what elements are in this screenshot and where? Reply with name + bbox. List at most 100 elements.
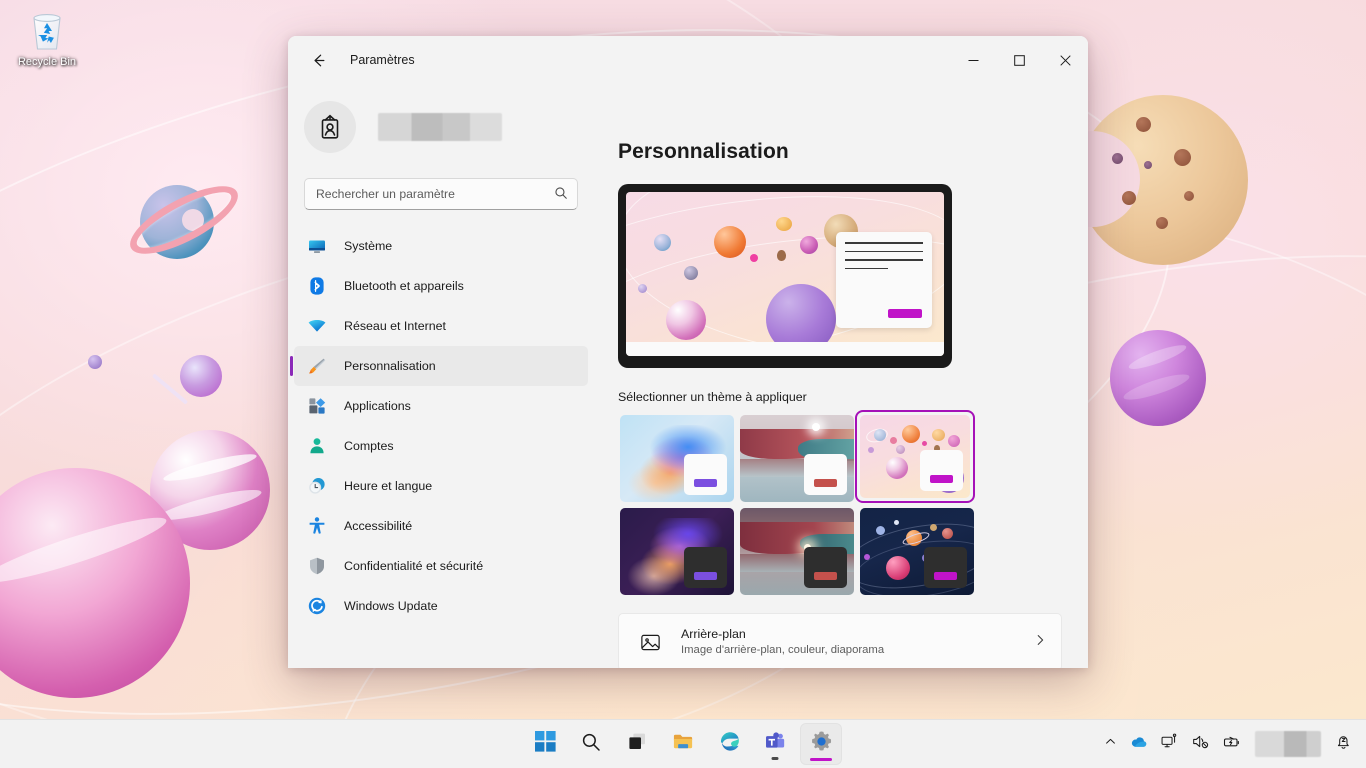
theme-option-candy-light[interactable] [855,410,975,503]
sidebar-item-windows-update[interactable]: Windows Update [294,586,588,626]
sidebar-item-reseau-et-internet[interactable]: Réseau et Internet [294,306,588,346]
theme-preview-card [920,450,963,491]
sidebar-item-comptes[interactable]: Comptes [294,426,588,466]
theme-option-bloom-dark[interactable] [618,506,732,593]
paintbrush-icon [306,355,328,377]
sidebar-item-label: Système [344,239,392,253]
file-explorer-button[interactable] [663,724,703,764]
sidebar-item-label: Accessibilité [344,519,412,533]
shield-icon [306,555,328,577]
recycle-bin-label: Recycle Bin [8,56,86,69]
show-hidden-icons-button[interactable] [1099,728,1122,760]
sidebar-item-applications[interactable]: Applications [294,386,588,426]
chevron-up-icon [1104,735,1117,753]
search-input[interactable] [304,178,578,210]
wallpaper-planet-striped [150,430,270,550]
wallpaper-planet-saturn [140,185,214,259]
taskbar[interactable] [0,719,1366,768]
minimize-button[interactable] [950,36,996,84]
start-button[interactable] [525,724,565,764]
teams-button[interactable] [755,724,795,764]
account-badge-icon [304,101,356,153]
desktop-icon-recycle-bin[interactable]: Recycle Bin [8,8,86,69]
theme-preview-card [804,454,847,495]
wifi-icon [306,315,328,337]
account-name-redacted [378,113,502,141]
edge-icon [718,730,741,758]
settings-window[interactable]: Paramètres [288,36,1088,668]
sidebar-item-label: Comptes [344,439,394,453]
back-button[interactable] [300,44,336,76]
chevron-right-icon [1033,633,1047,652]
sidebar-item-heure-et-langue[interactable]: Heure et langue [294,466,588,506]
wallpaper-planet-lollipop [180,355,222,397]
edge-button[interactable] [709,724,749,764]
preview-screen [626,192,944,356]
person-icon [306,435,328,457]
window-controls [950,36,1088,84]
sidebar-item-systeme[interactable]: Système [294,226,588,266]
volume-button[interactable] [1186,728,1215,760]
sidebar-item-label: Applications [344,399,411,413]
onedrive-button[interactable] [1124,728,1153,760]
task-view-icon [627,731,648,757]
notifications-button[interactable] [1329,728,1358,760]
preview-card [836,232,932,328]
monitor-network-icon [1160,732,1179,756]
sidebar-item-personnalisation[interactable]: Personnalisation [294,346,588,386]
account-section[interactable] [288,84,594,164]
window-title: Paramètres [350,53,415,67]
clock-icon [306,475,328,497]
theme-accent-swatch [934,572,957,580]
sidebar-item-accessibilite[interactable]: Accessibilité [294,506,588,546]
theme-option-sunrise-light[interactable] [738,413,852,500]
theme-preview-card [684,547,727,588]
search-icon [581,732,601,757]
search-box[interactable] [304,178,578,210]
window-body: Système Bluetooth et appareils [288,84,1088,668]
sidebar-nav: Système Bluetooth et appareils [288,226,594,626]
theme-option-sunrise-dark[interactable] [738,506,852,593]
theme-preview [618,184,952,368]
sidebar-item-label: Bluetooth et appareils [344,279,464,293]
theme-option-candy-dark[interactable] [858,506,972,593]
active-app-indicator [810,758,832,761]
recycle-bin-icon [24,8,70,54]
settings-button[interactable] [801,724,841,764]
themes-heading: Sélectionner un thème à appliquer [618,390,1062,404]
windows-logo-icon [535,731,556,757]
wallpaper-planet-purple [1110,330,1206,426]
task-view-button[interactable] [617,724,657,764]
gear-icon [810,730,833,758]
settings-row-subtitle: Image d'arrière-plan, couleur, diaporama [681,643,884,658]
settings-row-arriere-plan[interactable]: Arrière-plan Image d'arrière-plan, coule… [618,613,1062,668]
network-button[interactable] [1155,728,1184,760]
maximize-button[interactable] [996,36,1042,84]
clock-redacted[interactable] [1255,731,1321,757]
apps-icon [306,395,328,417]
speaker-mute-icon [1191,732,1210,756]
update-icon [306,595,328,617]
sidebar-item-label: Réseau et Internet [344,319,446,333]
settings-row-title: Arrière-plan [681,626,884,642]
desktop[interactable]: Recycle Bin Paramètres [0,0,1366,768]
bluetooth-icon [306,275,328,297]
sidebar-item-confidentialite-et-securite[interactable]: Confidentialité et sécurité [294,546,588,586]
content-pane[interactable]: Personnalisation [594,84,1088,668]
search-button[interactable] [571,724,611,764]
theme-preview-card [684,454,727,495]
battery-button[interactable] [1217,728,1247,760]
theme-accent-swatch [930,475,953,483]
wallpaper-planet-small [88,355,102,369]
taskbar-buttons [525,724,841,764]
close-button[interactable] [1042,36,1088,84]
wallpaper-planet-pink-large [0,468,190,698]
preview-accent-swatch [888,309,922,318]
wallpaper-planet-cookie [1078,95,1248,265]
teams-icon [764,731,786,758]
theme-option-bloom-light[interactable] [618,413,732,500]
sidebar-item-bluetooth-et-appareils[interactable]: Bluetooth et appareils [294,266,588,306]
theme-preview-card [924,547,967,588]
teams-activity-dot [772,757,779,760]
theme-grid [618,413,1062,593]
